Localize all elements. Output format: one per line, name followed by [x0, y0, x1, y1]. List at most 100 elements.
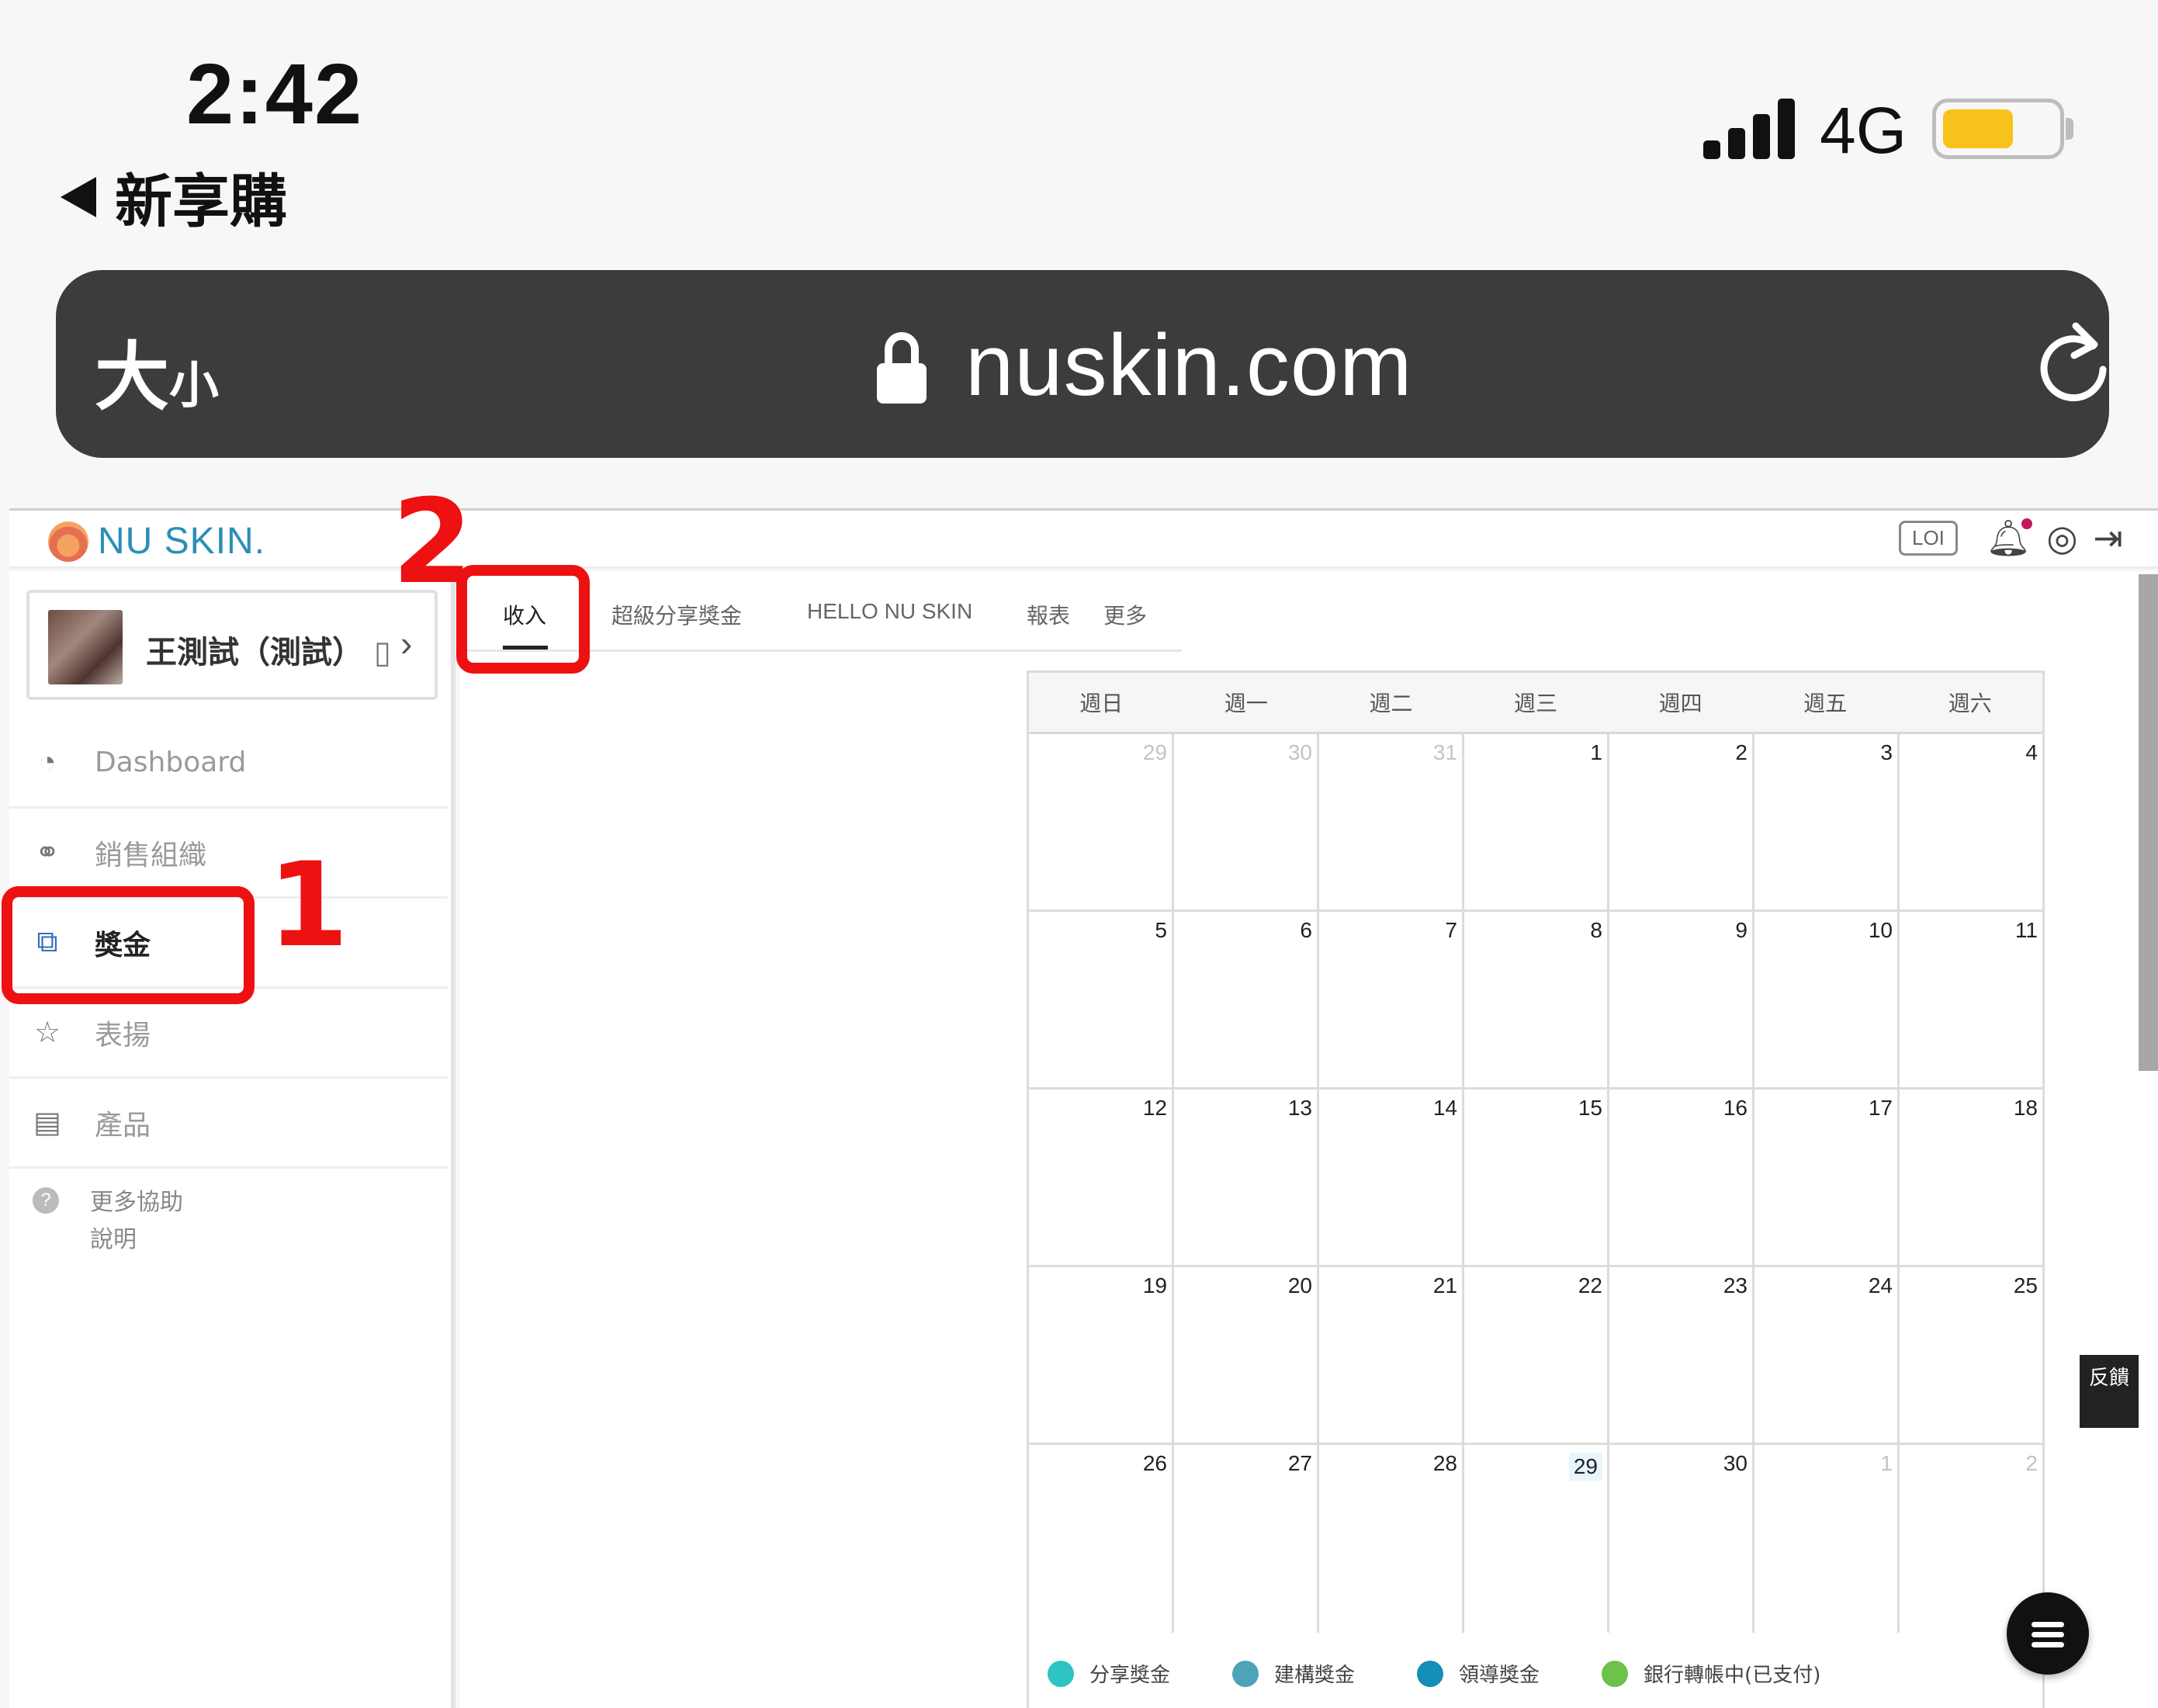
back-app-label: 新享購 — [115, 168, 287, 235]
dashboard-icon: ◔ — [38, 746, 57, 778]
nuskin-logo[interactable]: NU SKIN. — [48, 520, 265, 563]
calendar-day-cell[interactable]: 19 — [1029, 1267, 1174, 1443]
more-help-link[interactable]: 更多協助 — [90, 1184, 183, 1221]
calendar-day-cell[interactable]: 17 — [1754, 1090, 1900, 1265]
calendar-day-number: 21 — [1432, 1273, 1457, 1297]
legend-color-dot — [1048, 1660, 1074, 1687]
address-bar[interactable]: 大小 nuskin.com — [56, 270, 2109, 458]
main-content: 收入 超級分享獎金 HELLO NU SKIN 報表 更多 週日 週一 週二 週… — [460, 571, 2158, 1708]
legend-item: 銀行轉帳中(已支付) — [1602, 1659, 1820, 1688]
sidebar-item-sales-organization[interactable]: ⚭ 銷售組織 — [9, 809, 448, 899]
calendar-day-cell[interactable]: 3 — [1754, 734, 1900, 909]
calendar-day-cell[interactable]: 2 — [1609, 734, 1754, 909]
calendar-day-number: 2 — [2025, 1451, 2038, 1475]
calendar-day-cell[interactable]: 12 — [1029, 1090, 1174, 1265]
weekday-mon: 週一 — [1224, 691, 1268, 716]
help-section[interactable]: ? 更多協助 說明 — [9, 1184, 183, 1259]
calendar-day-number: 27 — [1287, 1451, 1312, 1475]
back-to-app-button[interactable]: 新享購 — [61, 155, 287, 238]
sidebar-item-label: Dashboard — [95, 747, 247, 778]
calendar-day-cell[interactable]: 14 — [1319, 1090, 1464, 1265]
calendar-day-cell[interactable]: 18 — [1900, 1090, 2042, 1265]
tab-hello-nu-skin[interactable]: HELLO NU SKIN — [807, 599, 972, 624]
battery-icon — [1932, 99, 2064, 159]
bell-icon[interactable]: 🔔︎ — [1986, 518, 2033, 556]
calendar-day-cell[interactable]: 30 — [1609, 1445, 1754, 1633]
calendar-day-cell[interactable]: 10 — [1754, 912, 1900, 1087]
calendar-day-number: 18 — [2013, 1096, 2038, 1120]
calendar-day-cell[interactable]: 24 — [1754, 1267, 1900, 1443]
user-profile-card[interactable]: 王測試（測試） ▯ › — [26, 590, 438, 700]
legend-label: 建構獎金 — [1274, 1664, 1356, 1687]
calendar-week-row: 12 13 14 15 16 17 18 — [1029, 1090, 2042, 1267]
logo-text: NU SKIN. — [98, 521, 266, 562]
calendar-day-cell[interactable]: 20 — [1174, 1267, 1319, 1443]
calendar-day-cell[interactable]: 9 — [1609, 912, 1754, 1087]
calendar-day-cell[interactable]: 29 — [1464, 1445, 1609, 1633]
calendar-day-number: 6 — [1300, 918, 1312, 942]
calendar-day-number: 12 — [1142, 1096, 1167, 1120]
sidebar-item-products[interactable]: ▤ 產品 — [9, 1079, 448, 1169]
page-scrollbar[interactable] — [2139, 574, 2158, 1071]
calendar-day-number: 30 — [1723, 1451, 1748, 1475]
loi-button[interactable]: LOI — [1898, 520, 1958, 556]
calendar-day-cell[interactable]: 22 — [1464, 1267, 1609, 1443]
calendar-day-cell[interactable]: 1 — [1754, 1445, 1900, 1633]
calendar-day-cell[interactable]: 16 — [1609, 1090, 1754, 1265]
menu-fab-button[interactable] — [2007, 1592, 2089, 1675]
calendar-day-cell[interactable]: 11 — [1900, 912, 2042, 1087]
sidebar-item-dashboard[interactable]: ◔ Dashboard — [9, 719, 448, 809]
calendar-day-cell[interactable]: 7 — [1319, 912, 1464, 1087]
help-link[interactable]: 說明 — [90, 1221, 183, 1259]
help-icon: ? — [33, 1187, 59, 1214]
weekday-thu: 週四 — [1658, 691, 1702, 716]
text-size-small-label: 小 — [169, 358, 219, 415]
calendar-day-cell[interactable]: 4 — [1900, 734, 2042, 909]
user-name: 王測試（測試） ▯ — [146, 635, 391, 670]
calendar-week-row: 26 27 28 29 30 1 2 — [1029, 1445, 2042, 1633]
weekday-tue: 週二 — [1369, 691, 1413, 716]
calendar-day-number: 28 — [1432, 1451, 1457, 1475]
calendar-day-number: 19 — [1142, 1273, 1167, 1297]
calendar-day-number: 15 — [1578, 1096, 1602, 1120]
calendar-day-cell[interactable]: 26 — [1029, 1445, 1174, 1633]
calendar-day-number: 20 — [1287, 1273, 1312, 1297]
logout-icon[interactable]: ⇥ — [2093, 520, 2123, 556]
legend-item: 分享獎金 — [1048, 1659, 1170, 1688]
calendar-day-cell[interactable]: 28 — [1319, 1445, 1464, 1633]
text-size-big-label: 大 — [95, 334, 169, 421]
chevron-right-icon: › — [400, 623, 413, 663]
calendar-day-cell[interactable]: 15 — [1464, 1090, 1609, 1265]
weekday-sun: 週日 — [1079, 691, 1124, 716]
calendar-day-cell[interactable]: 25 — [1900, 1267, 2042, 1443]
calendar-day-cell[interactable]: 8 — [1464, 912, 1609, 1087]
calendar-day-cell[interactable]: 29 — [1029, 734, 1174, 909]
annotation-number-2: 2 — [392, 475, 473, 610]
url-text[interactable]: nuskin.com — [965, 315, 1412, 415]
notification-dot — [2021, 518, 2033, 529]
calendar-day-number: 23 — [1723, 1273, 1748, 1297]
calendar-day-cell[interactable]: 30 — [1174, 734, 1319, 909]
battery-level — [1943, 109, 2013, 148]
calendar-day-cell[interactable]: 23 — [1609, 1267, 1754, 1443]
calendar-day-cell[interactable]: 13 — [1174, 1090, 1319, 1265]
calendar-day-number: 22 — [1578, 1273, 1602, 1297]
calendar-day-cell[interactable]: 21 — [1319, 1267, 1464, 1443]
text-size-button[interactable]: 大小 — [95, 317, 219, 424]
calendar-day-cell[interactable]: 6 — [1174, 912, 1319, 1087]
account-icon[interactable]: ◎ — [2046, 520, 2077, 556]
calendar-day-cell[interactable]: 31 — [1319, 734, 1464, 909]
legend-item: 領導獎金 — [1417, 1659, 1540, 1688]
calendar-day-cell[interactable]: 1 — [1464, 734, 1609, 909]
legend-label: 分享獎金 — [1089, 1664, 1171, 1687]
sidebar: 王測試（測試） ▯ › ◔ Dashboard ⚭ 銷售組織 ⧉ 獎金 ☆ 表揚… — [9, 571, 456, 1708]
calendar-day-cell[interactable]: 5 — [1029, 912, 1174, 1087]
calendar-day-cell[interactable]: 27 — [1174, 1445, 1319, 1633]
calendar-day-number: 5 — [1155, 918, 1167, 942]
tab-super-share-bonus[interactable]: 超級分享獎金 — [611, 599, 742, 630]
tab-more[interactable]: 更多 — [1103, 599, 1147, 630]
logo-mark-icon — [48, 521, 88, 562]
tab-reports[interactable]: 報表 — [1027, 599, 1070, 630]
reload-icon[interactable] — [2031, 317, 2116, 410]
feedback-button[interactable]: 反饋 — [2080, 1355, 2139, 1428]
